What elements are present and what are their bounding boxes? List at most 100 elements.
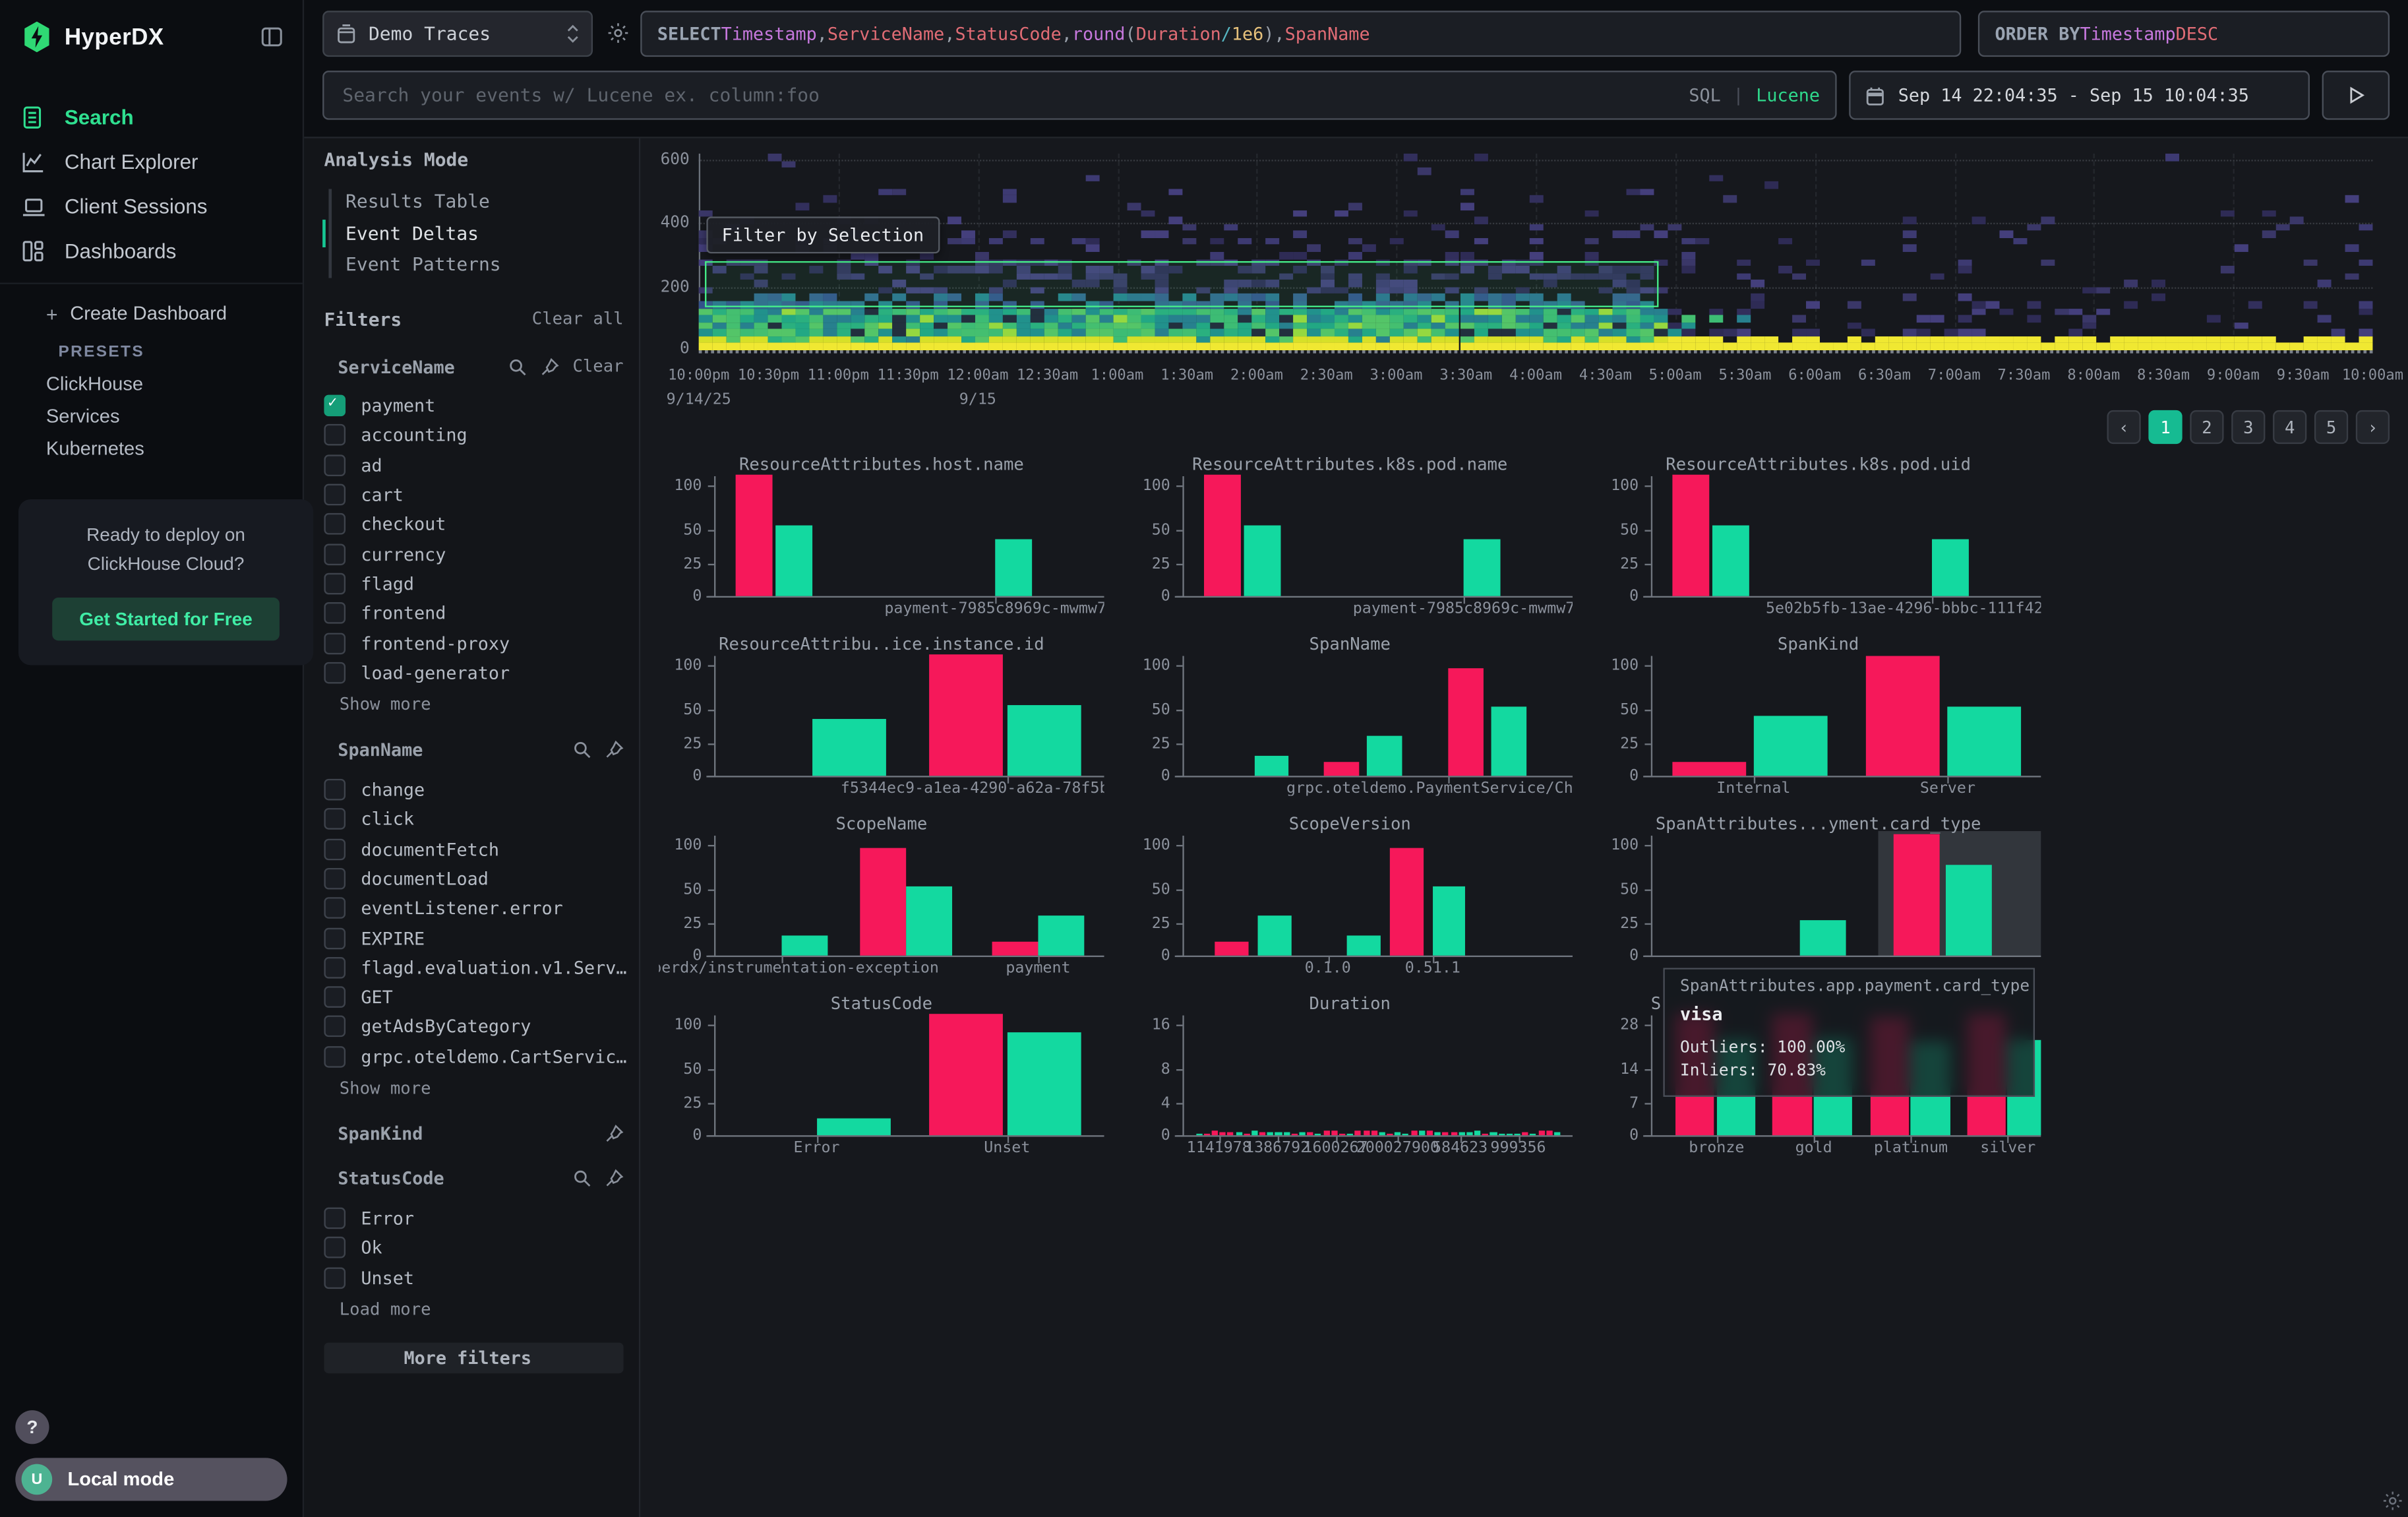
filter-option-EXPIRE[interactable]: EXPIRE: [324, 923, 623, 953]
outlier-bar[interactable]: [1324, 762, 1359, 776]
inlier-bar[interactable]: [1007, 1032, 1081, 1135]
filter-option-Error[interactable]: Error: [324, 1204, 623, 1233]
filter-option-frontend[interactable]: frontend: [324, 598, 623, 628]
filter-option-checkout[interactable]: checkout: [324, 510, 623, 540]
pagination-page-4[interactable]: 4: [2273, 410, 2306, 444]
pin-icon[interactable]: [541, 357, 559, 376]
filter-option-documentFetch[interactable]: documentFetch: [324, 834, 623, 864]
filter-option-flagd.evaluation.v1.Serv…[interactable]: flagd.evaluation.v1.Serv…: [324, 953, 623, 983]
delta-chart-StatusCode[interactable]: StatusCode10050250ErrorUnset: [659, 994, 1104, 1156]
inlier-bar[interactable]: [813, 719, 887, 776]
filter-option-documentLoad[interactable]: documentLoad: [324, 864, 623, 894]
filter-option-ad[interactable]: ad: [324, 450, 623, 480]
toggle-lucene[interactable]: Lucene: [1756, 84, 1820, 106]
inlier-bar[interactable]: [1946, 865, 1993, 956]
outlier-bar[interactable]: [1672, 762, 1746, 776]
outlier-bar[interactable]: [929, 654, 1003, 776]
clear-group-button[interactable]: Clear: [572, 356, 623, 376]
search-input[interactable]: [340, 83, 1689, 108]
inlier-bar[interactable]: [1367, 735, 1402, 776]
outlier-bar[interactable]: [735, 475, 772, 596]
filter-option-flagd[interactable]: flagd: [324, 569, 623, 598]
filter-group-header[interactable]: ServiceNameClear: [324, 354, 623, 379]
inlier-bar[interactable]: [1491, 706, 1526, 776]
delta-chart-Duration[interactable]: Duration16840114197813867921600267200027…: [1128, 994, 1573, 1156]
filter-option-click[interactable]: click: [324, 805, 623, 834]
filter-option-eventListener.error[interactable]: eventListener.error: [324, 894, 623, 923]
get-started-button[interactable]: Get Started for Free: [52, 598, 280, 640]
pin-icon[interactable]: [605, 741, 624, 760]
sidebar-collapse-icon[interactable]: [260, 24, 284, 49]
inlier-bar[interactable]: [906, 886, 953, 956]
inlier-bar[interactable]: [817, 1118, 891, 1135]
pagination-next[interactable]: ›: [2356, 410, 2390, 444]
nav-item-client-sessions[interactable]: Client Sessions: [0, 184, 303, 229]
account-menu[interactable]: U Local mode: [15, 1458, 287, 1501]
inlier-bar[interactable]: [1932, 539, 1969, 596]
settings-gear-icon[interactable]: [2382, 1490, 2403, 1512]
search-icon[interactable]: [573, 741, 591, 760]
filter-option-frontend-proxy[interactable]: frontend-proxy: [324, 628, 623, 658]
create-dashboard-button[interactable]: + Create Dashboard: [0, 297, 303, 330]
filter-option-getAdsByCategory[interactable]: getAdsByCategory: [324, 1012, 623, 1042]
inlier-bar[interactable]: [1254, 757, 1289, 776]
clear-all-button[interactable]: Clear all: [532, 309, 624, 328]
nav-item-chart-explorer[interactable]: Chart Explorer: [0, 140, 303, 185]
inlier-bar[interactable]: [1258, 915, 1291, 956]
filter-group-header[interactable]: SpanKind: [324, 1122, 623, 1146]
outlier-bar[interactable]: [1448, 669, 1483, 776]
pagination-page-3[interactable]: 3: [2231, 410, 2265, 444]
analysis-mode-event-patterns[interactable]: Event Patterns: [340, 249, 624, 280]
inlier-bar[interactable]: [1753, 715, 1827, 776]
pagination-page-5[interactable]: 5: [2314, 410, 2348, 444]
presets-toggle[interactable]: PRESETS: [0, 336, 303, 367]
show-more-link[interactable]: Show more: [324, 1074, 623, 1102]
nav-item-search[interactable]: Search: [0, 95, 303, 140]
inlier-bar[interactable]: [1464, 539, 1501, 596]
inlier-bar[interactable]: [1038, 915, 1085, 956]
outlier-bar[interactable]: [1866, 656, 1940, 776]
filter-option-load-generator[interactable]: load-generator: [324, 658, 623, 687]
date-range-picker[interactable]: Sep 14 22:04:35 - Sep 15 10:04:35: [1849, 71, 2310, 120]
analysis-mode-event-deltas[interactable]: Event Deltas: [340, 218, 624, 249]
filter-option-change[interactable]: change: [324, 775, 623, 805]
delta-chart-SpanKind[interactable]: SpanKind10050250InternalServer: [1596, 635, 2041, 796]
search-icon[interactable]: [573, 1169, 591, 1188]
inlier-bar[interactable]: [1948, 706, 2022, 776]
pagination-page-2[interactable]: 2: [2190, 410, 2223, 444]
select-clause-input[interactable]: SELECT Timestamp, ServiceName, StatusCod…: [640, 11, 1961, 57]
source-settings-gear-icon[interactable]: [607, 22, 630, 45]
run-query-button[interactable]: [2322, 71, 2390, 120]
pin-icon[interactable]: [605, 1125, 624, 1144]
search-icon[interactable]: [508, 357, 527, 376]
filter-option-currency[interactable]: currency: [324, 539, 623, 569]
delta-chart-ScopeVersion[interactable]: ScopeVersion100502500.1.00.51.1: [1128, 814, 1573, 975]
outlier-bar[interactable]: [1203, 475, 1240, 596]
outlier-bar[interactable]: [1893, 834, 1940, 956]
pagination-page-1[interactable]: 1: [2148, 410, 2182, 444]
inlier-bar[interactable]: [1007, 705, 1081, 776]
filter-group-header[interactable]: SpanName: [324, 738, 623, 762]
outlier-bar[interactable]: [929, 1014, 1003, 1135]
outlier-bar[interactable]: [1390, 849, 1423, 956]
outlier-bar[interactable]: [1672, 475, 1709, 596]
delta-chart-ResourceAttributes.host.name[interactable]: ResourceAttributes.host.name10050250paym…: [659, 454, 1104, 616]
inlier-bar[interactable]: [1347, 936, 1380, 955]
help-button[interactable]: ?: [15, 1410, 49, 1444]
load-more-link[interactable]: Load more: [324, 1295, 623, 1323]
source-select[interactable]: Demo Traces: [322, 11, 593, 57]
toggle-sql[interactable]: SQL: [1689, 84, 1720, 106]
delta-chart-ScopeName[interactable]: ScopeName10050250@hyperdx/instrumentatio…: [659, 814, 1104, 975]
delta-chart-ResourceAttributes.k8s.pod.uid[interactable]: ResourceAttributes.k8s.pod.uid100502505e…: [1596, 454, 2041, 616]
filter-option-Unset[interactable]: Unset: [324, 1263, 623, 1293]
filter-option-GET[interactable]: GET: [324, 983, 623, 1012]
sidebar-item-kubernetes[interactable]: Kubernetes: [0, 431, 303, 464]
filter-option-Ok[interactable]: Ok: [324, 1233, 623, 1263]
inlier-bar[interactable]: [996, 539, 1033, 596]
filter-option-payment[interactable]: payment: [324, 391, 623, 421]
filter-group-header[interactable]: StatusCode: [324, 1167, 623, 1191]
inlier-bar[interactable]: [776, 526, 813, 596]
inlier-bar[interactable]: [1433, 886, 1466, 956]
heatmap-selection[interactable]: [706, 261, 1658, 307]
delta-chart-ResourceAttributes.k8s.pod.name[interactable]: ResourceAttributes.k8s.pod.name10050250p…: [1128, 454, 1573, 616]
